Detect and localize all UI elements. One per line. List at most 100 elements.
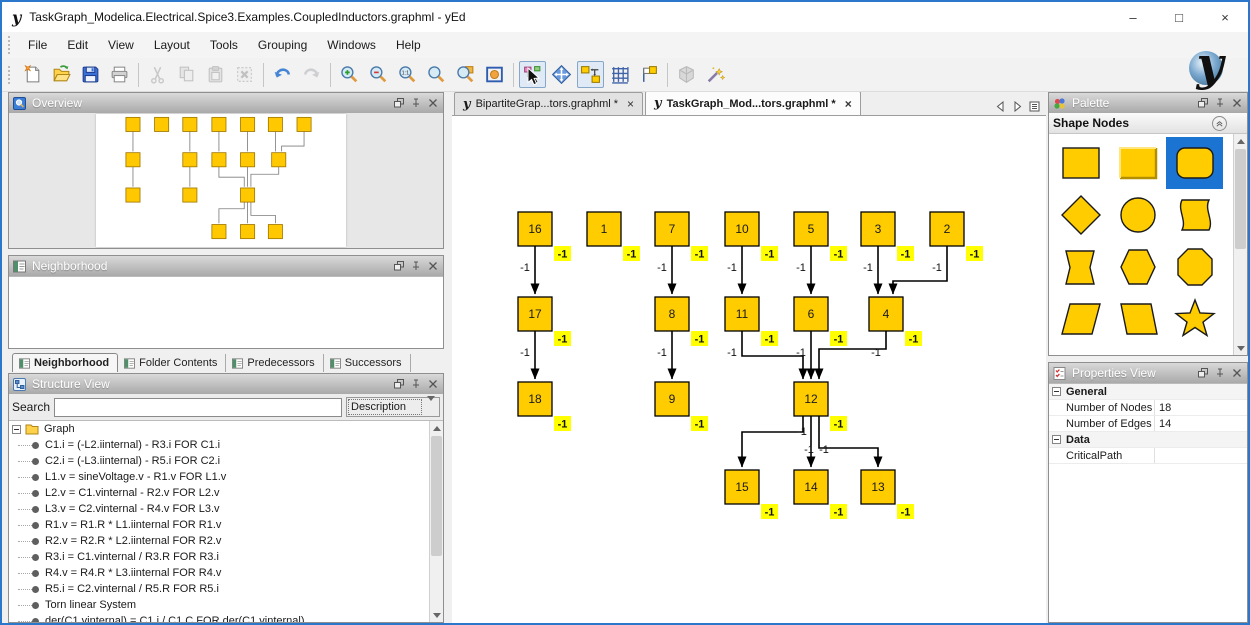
palette-shape-round-rectangle[interactable]	[1166, 137, 1223, 189]
zoom-area-button[interactable]	[452, 61, 479, 88]
collapse-icon[interactable]	[1052, 387, 1061, 396]
prev-tab-button[interactable]	[995, 101, 1006, 115]
palette-shape-parallelogram[interactable]	[1052, 293, 1109, 345]
palette-shape-hexagon[interactable]	[1109, 241, 1166, 293]
property-section-row[interactable]: Data	[1049, 432, 1247, 448]
graph-canvas[interactable]: -1-1-1-1-1-1-1-1-1-1-1-1-1-116-11-17-110…	[452, 116, 1046, 623]
node-cost-label[interactable]: -1	[691, 246, 708, 261]
tree-item[interactable]: R3.i = C1.vinternal / R3.R FOR R3.i	[9, 549, 429, 565]
edge-label[interactable]: -1	[871, 347, 881, 359]
grid-button[interactable]	[606, 61, 633, 88]
node-cost-label[interactable]: -1	[761, 504, 778, 519]
panel-tab-predecessors[interactable]: Predecessors	[226, 354, 323, 372]
tree-item[interactable]: R5.i = C2.vinternal / R5.R FOR R5.i	[9, 581, 429, 597]
palette-scrollbar[interactable]	[1233, 134, 1247, 355]
properties-close-icon[interactable]	[1231, 367, 1243, 379]
tree-item[interactable]: R4.v = R4.R * L3.iinternal FOR R4.v	[9, 565, 429, 581]
graph-node-5[interactable]: 5	[794, 212, 828, 246]
panel-tab-folder-contents[interactable]: Folder Contents	[118, 354, 226, 372]
graph-node-6[interactable]: 6	[794, 297, 828, 331]
tree-item[interactable]: C1.i = (-L2.iinternal) - R3.i FOR C1.i	[9, 437, 429, 453]
graph-node-13[interactable]: 13	[861, 470, 895, 504]
palette-shape-star-5[interactable]	[1166, 293, 1223, 345]
panel-tab-neighborhood[interactable]: Neighborhood	[12, 353, 118, 372]
neighborhood-close-icon[interactable]	[427, 260, 439, 272]
maximize-button[interactable]: □	[1156, 2, 1202, 32]
palette-shape-trapezoid[interactable]	[1166, 345, 1223, 355]
zoom-plain-button[interactable]	[423, 61, 450, 88]
graph-node-3[interactable]: 3	[861, 212, 895, 246]
property-section-row[interactable]: General	[1049, 384, 1247, 400]
properties-float-icon[interactable]	[1197, 367, 1209, 379]
scrollbar-thumb[interactable]	[1235, 149, 1246, 249]
graph-node-8[interactable]: 8	[655, 297, 689, 331]
node-cost-label[interactable]: -1	[623, 246, 640, 261]
palette-shape-rectangle[interactable]	[1052, 137, 1109, 189]
tree-item[interactable]: der(C1.vinternal) = C1.i / C1.C FOR der(…	[9, 613, 429, 622]
menu-file[interactable]: File	[18, 34, 57, 56]
menu-view[interactable]: View	[98, 34, 144, 56]
node-cost-label[interactable]: -1	[761, 246, 778, 261]
edge-label[interactable]: -1	[727, 262, 737, 274]
graph-node-16[interactable]: 16	[518, 212, 552, 246]
node-cost-label[interactable]: -1	[761, 331, 778, 346]
graph-node-14[interactable]: 14	[794, 470, 828, 504]
close-tab-icon[interactable]: ×	[627, 97, 634, 111]
palette-shape-ellipse[interactable]	[1109, 189, 1166, 241]
overview-float-icon[interactable]	[393, 97, 405, 109]
graph-node-4[interactable]: 4	[869, 297, 903, 331]
collapse-icon[interactable]	[1052, 435, 1061, 444]
label-flag-button[interactable]	[635, 61, 662, 88]
graph-node-18[interactable]: 18	[518, 382, 552, 416]
node-cost-label[interactable]: -1	[830, 416, 847, 431]
palette-shape-triangle[interactable]	[1052, 345, 1109, 355]
edge-label[interactable]: -1	[520, 347, 530, 359]
overview-pin-icon[interactable]	[410, 97, 422, 109]
document-tab-0[interactable]: yBipartiteGrap...tors.graphml *×	[454, 92, 643, 115]
scroll-up-icon[interactable]	[430, 421, 443, 435]
node-cost-label[interactable]: -1	[691, 331, 708, 346]
edge-label[interactable]: -1	[863, 262, 873, 274]
edge-label[interactable]: -1	[797, 426, 807, 438]
graph-edge-12-13[interactable]	[819, 416, 878, 467]
tree-item[interactable]: L3.v = C2.vinternal - R4.v FOR L3.v	[9, 501, 429, 517]
graph-node-11[interactable]: 11	[725, 297, 759, 331]
graph-node-7[interactable]: 7	[655, 212, 689, 246]
neighborhood-pin-icon[interactable]	[410, 260, 422, 272]
graph-node-17[interactable]: 17	[518, 297, 552, 331]
menu-help[interactable]: Help	[386, 34, 431, 56]
structure-pin-icon[interactable]	[410, 378, 422, 390]
graph-node-12[interactable]: 12	[794, 382, 828, 416]
node-cost-label[interactable]: -1	[830, 504, 847, 519]
menu-windows[interactable]: Windows	[317, 34, 386, 56]
collapse-section-icon[interactable]	[1212, 116, 1227, 131]
tree-item[interactable]: L2.v = C1.vinternal - R2.v FOR L2.v	[9, 485, 429, 501]
close-button[interactable]: ×	[1202, 2, 1248, 32]
node-cost-label[interactable]: -1	[897, 246, 914, 261]
next-tab-button[interactable]	[1012, 101, 1023, 115]
navigate-mode-button[interactable]	[548, 61, 575, 88]
scroll-down-icon[interactable]	[1234, 341, 1247, 355]
search-input[interactable]	[54, 398, 342, 417]
node-cost-label[interactable]: -1	[554, 416, 571, 431]
palette-shape-star-6[interactable]	[1109, 345, 1166, 355]
graph-node-15[interactable]: 15	[725, 470, 759, 504]
expander-icon[interactable]	[12, 425, 21, 434]
zoom-out-button[interactable]	[365, 61, 392, 88]
edge-label[interactable]: -1	[727, 347, 737, 359]
node-cost-label[interactable]: -1	[905, 331, 922, 346]
tree-item[interactable]: Torn linear System	[9, 597, 429, 613]
filter-dropdown[interactable]: Description	[346, 397, 440, 417]
edit-mode-button[interactable]	[519, 61, 546, 88]
node-cost-label[interactable]: -1	[554, 246, 571, 261]
palette-pin-icon[interactable]	[1214, 97, 1226, 109]
graph-node-1[interactable]: 1	[587, 212, 621, 246]
palette-shape-diamond[interactable]	[1052, 189, 1109, 241]
edge-label[interactable]: -1	[657, 347, 667, 359]
tab-list-button[interactable]	[1029, 101, 1040, 115]
node-cost-label[interactable]: -1	[830, 331, 847, 346]
node-cost-label[interactable]: -1	[554, 331, 571, 346]
neighborhood-float-icon[interactable]	[393, 260, 405, 272]
palette-shape-rectangle-3d[interactable]	[1109, 137, 1166, 189]
print-button[interactable]	[106, 61, 133, 88]
